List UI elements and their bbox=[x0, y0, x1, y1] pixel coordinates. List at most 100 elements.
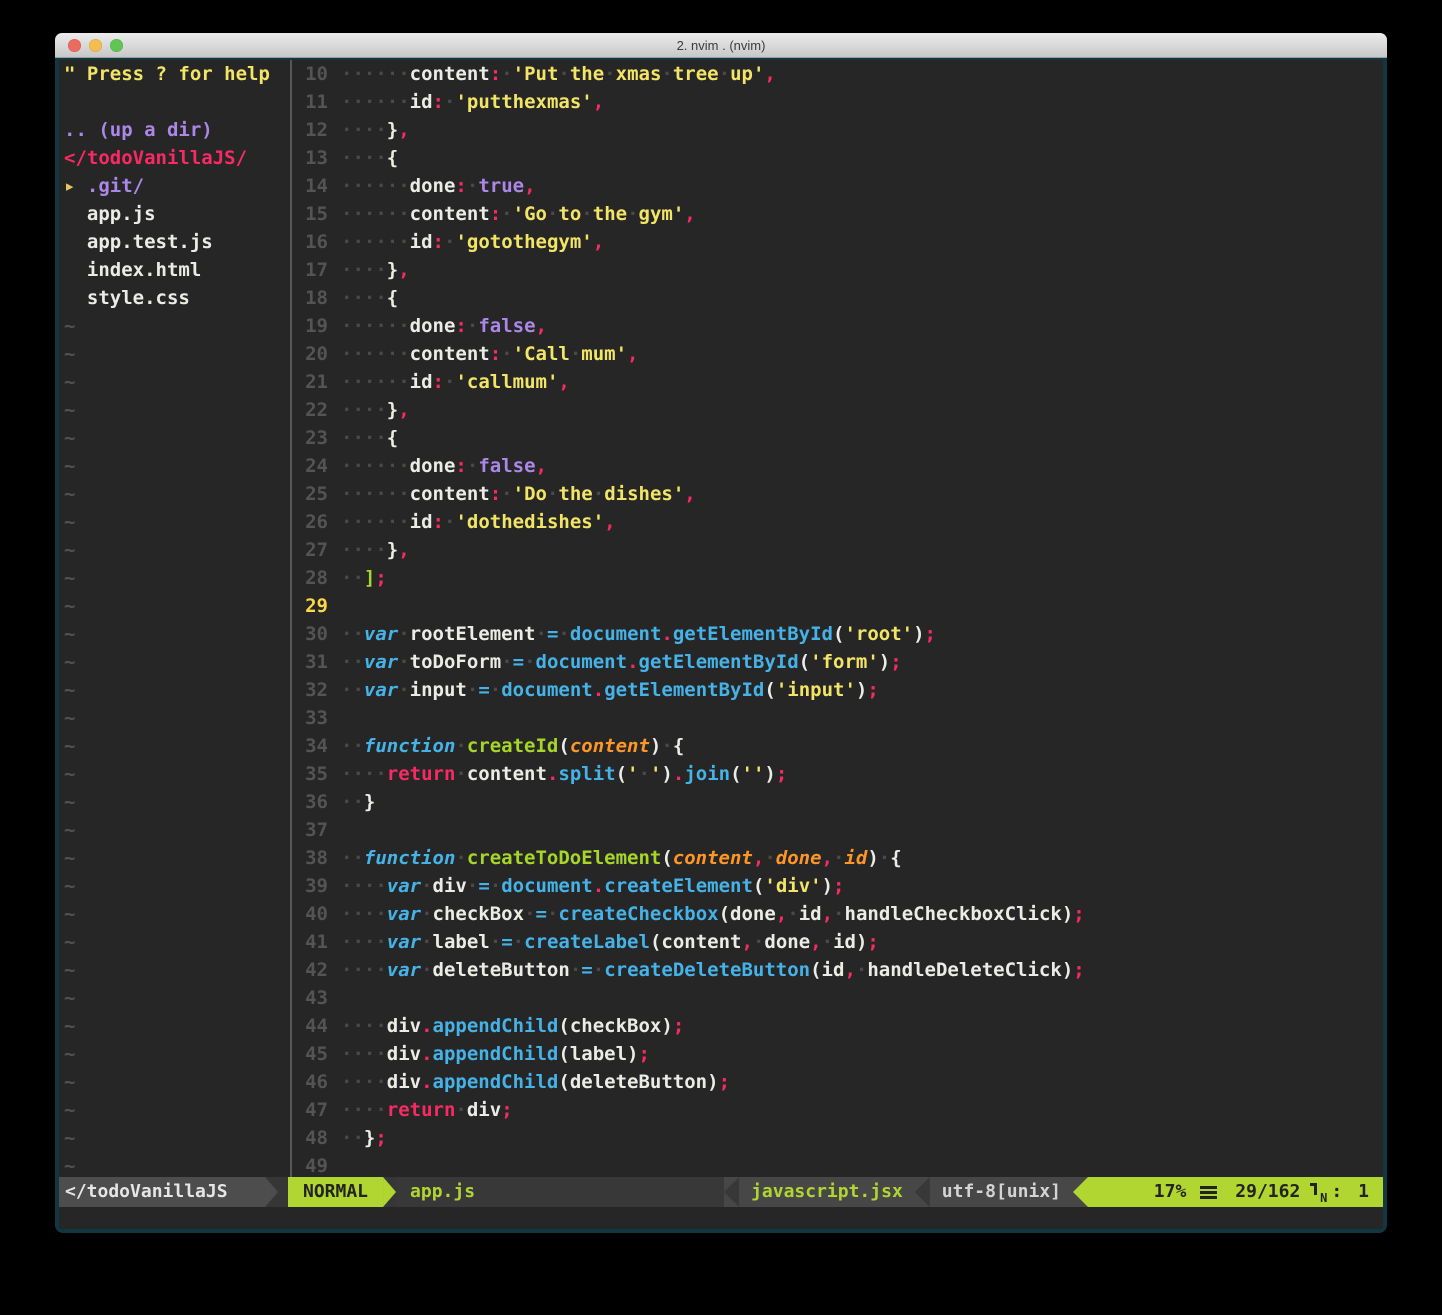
token: createLabel bbox=[524, 928, 650, 956]
token: · bbox=[398, 648, 409, 676]
line-number: 28 bbox=[292, 564, 328, 592]
token: : bbox=[455, 172, 466, 200]
token: · bbox=[593, 480, 604, 508]
token: ·· bbox=[341, 648, 364, 676]
token: ·· bbox=[341, 564, 364, 592]
token: . bbox=[627, 648, 638, 676]
token: = bbox=[547, 620, 558, 648]
token: ······ bbox=[341, 228, 410, 256]
code-line[interactable]: 15······content:·'Go·to·the·gym', bbox=[292, 200, 1383, 228]
code-line[interactable]: 32··var·input·=·document.getElementById(… bbox=[292, 676, 1383, 704]
token: 'root' bbox=[844, 620, 913, 648]
code-line[interactable]: 38··function·createToDoElement(content,·… bbox=[292, 844, 1383, 872]
code-line[interactable]: 42····var·deleteButton·=·createDeleteBut… bbox=[292, 956, 1383, 984]
title-bar[interactable]: 2. nvim . (nvim) bbox=[55, 33, 1387, 58]
tree-item-blank[interactable] bbox=[64, 88, 290, 116]
command-line[interactable] bbox=[59, 1207, 1383, 1229]
code-line[interactable]: 16······id:·'gotothegym', bbox=[292, 228, 1383, 256]
tree-item-help-hint[interactable]: " Press ? for help bbox=[64, 60, 290, 88]
token: mum' bbox=[581, 340, 627, 368]
token: ···· bbox=[341, 900, 387, 928]
tree-item-tree-root[interactable]: </todoVanillaJS/ bbox=[64, 144, 290, 172]
code-line[interactable]: 29 bbox=[292, 592, 1383, 620]
line-number-icon: N bbox=[1310, 1182, 1325, 1203]
token: = bbox=[513, 648, 524, 676]
tree-item-file-style-css[interactable]: style.css bbox=[64, 284, 290, 312]
token: ) bbox=[1062, 956, 1073, 984]
code-line[interactable]: 40····var·checkBox·=·createCheckbox(done… bbox=[292, 900, 1383, 928]
token: done bbox=[764, 928, 810, 956]
code-line[interactable]: 22····}, bbox=[292, 396, 1383, 424]
code-line[interactable]: 13····{ bbox=[292, 144, 1383, 172]
code-line[interactable]: 45····div.appendChild(label); bbox=[292, 1040, 1383, 1068]
token: createId bbox=[467, 732, 559, 760]
code-line[interactable]: 14······done:·true, bbox=[292, 172, 1383, 200]
code-line[interactable]: 20······content:·'Call·mum', bbox=[292, 340, 1383, 368]
tree-item-file-app-test-js[interactable]: app.test.js bbox=[64, 228, 290, 256]
nerdtree-sidebar[interactable]: " Press ? for help .. (up a dir)</todoVan… bbox=[59, 60, 292, 1177]
minimize-button[interactable] bbox=[89, 39, 102, 52]
token: content bbox=[467, 760, 547, 788]
empty-line-tilde: ~ bbox=[64, 312, 290, 340]
token: ···· bbox=[341, 928, 387, 956]
code-line[interactable]: 44····div.appendChild(checkBox); bbox=[292, 1012, 1383, 1040]
token: done bbox=[776, 844, 822, 872]
token: ~ bbox=[64, 847, 75, 869]
code-line[interactable]: 43 bbox=[292, 984, 1383, 1012]
code-line[interactable]: 31··var·toDoForm·=·document.getElementBy… bbox=[292, 648, 1383, 676]
code-line[interactable]: 12····}, bbox=[292, 116, 1383, 144]
empty-line-tilde: ~ bbox=[64, 648, 290, 676]
token: = bbox=[501, 928, 512, 956]
token: ~ bbox=[64, 1155, 75, 1177]
code-line[interactable]: 17····}, bbox=[292, 256, 1383, 284]
tree-item-dir-git[interactable]: ▸ .git/ bbox=[64, 172, 290, 200]
line-number: 47 bbox=[292, 1096, 328, 1124]
code-buffer[interactable]: 10······content:·'Put·the·xmas·tree·up',… bbox=[292, 60, 1383, 1177]
code-line[interactable]: 21······id:·'callmum', bbox=[292, 368, 1383, 396]
code-line[interactable]: 27····}, bbox=[292, 536, 1383, 564]
token: done bbox=[410, 452, 456, 480]
tree-item-file-app-js[interactable]: app.js bbox=[64, 200, 290, 228]
token: · bbox=[455, 844, 466, 872]
code-line[interactable]: 30··var·rootElement·=·document.getElemen… bbox=[292, 620, 1383, 648]
code-line[interactable]: 10······content:·'Put·the·xmas·tree·up', bbox=[292, 60, 1383, 88]
code-line[interactable]: 28··]; bbox=[292, 564, 1383, 592]
code-line[interactable]: 49 bbox=[292, 1152, 1383, 1177]
code-line[interactable]: 23····{ bbox=[292, 424, 1383, 452]
code-line[interactable]: 19······done:·false, bbox=[292, 312, 1383, 340]
token: ~ bbox=[64, 763, 75, 785]
code-line[interactable]: 37 bbox=[292, 816, 1383, 844]
code-line[interactable]: 47····return·div; bbox=[292, 1096, 1383, 1124]
token: ; bbox=[375, 1124, 386, 1152]
token: , bbox=[627, 340, 638, 368]
code-line[interactable]: 18····{ bbox=[292, 284, 1383, 312]
token: ) bbox=[661, 760, 672, 788]
token: ···· bbox=[341, 872, 387, 900]
zoom-button[interactable] bbox=[110, 39, 123, 52]
tree-item-up-a-dir[interactable]: .. (up a dir) bbox=[64, 116, 290, 144]
code-line[interactable]: 25······content:·'Do·the·dishes', bbox=[292, 480, 1383, 508]
token: join bbox=[684, 760, 730, 788]
token: · bbox=[570, 956, 581, 984]
code-line[interactable]: 11······id:·'putthexmas', bbox=[292, 88, 1383, 116]
code-line[interactable]: 26······id:·'dothedishes', bbox=[292, 508, 1383, 536]
code-line[interactable]: 24······done:·false, bbox=[292, 452, 1383, 480]
code-line[interactable]: 39····var·div·=·document.createElement('… bbox=[292, 872, 1383, 900]
code-line[interactable]: 46····div.appendChild(deleteButton); bbox=[292, 1068, 1383, 1096]
code-line[interactable]: 35····return·content.split('·').join('')… bbox=[292, 760, 1383, 788]
code-line[interactable]: 48··}; bbox=[292, 1124, 1383, 1152]
token: createDeleteButton bbox=[604, 956, 810, 984]
token: ~ bbox=[64, 1015, 75, 1037]
code-line[interactable]: 36··} bbox=[292, 788, 1383, 816]
token: ···· bbox=[341, 284, 387, 312]
code-line[interactable]: 41····var·label·=·createLabel(content,·d… bbox=[292, 928, 1383, 956]
token: , bbox=[810, 928, 821, 956]
empty-line-tilde: ~ bbox=[64, 760, 290, 788]
token: ···· bbox=[341, 144, 387, 172]
close-button[interactable] bbox=[68, 39, 81, 52]
tree-item-file-index-html[interactable]: index.html bbox=[64, 256, 290, 284]
token: , bbox=[593, 228, 604, 256]
code-line[interactable]: 33 bbox=[292, 704, 1383, 732]
token: , bbox=[844, 956, 855, 984]
code-line[interactable]: 34··function·createId(content)·{ bbox=[292, 732, 1383, 760]
